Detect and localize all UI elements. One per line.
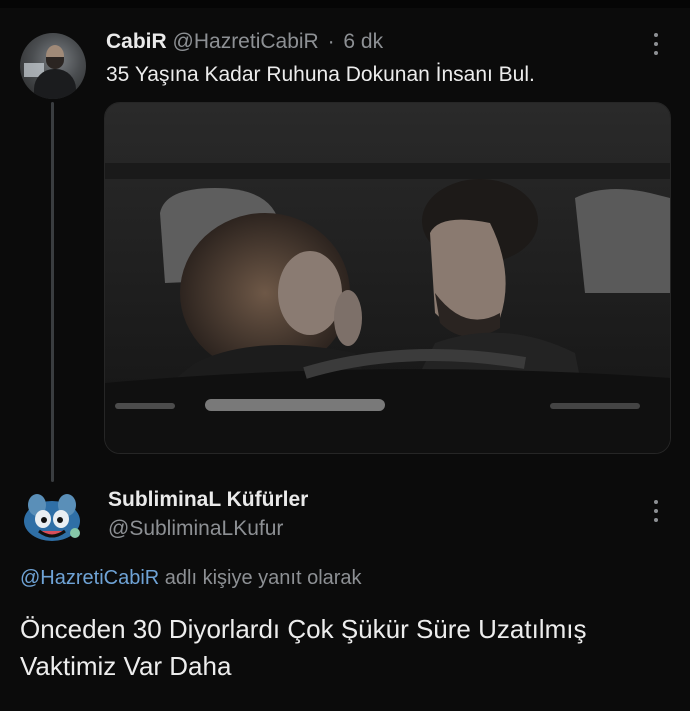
user-avatar-cabir[interactable] (20, 33, 86, 99)
reply-text-line: Vaktimiz Var Daha (20, 651, 232, 681)
author-name[interactable]: CabiR (106, 30, 167, 53)
car-scene-photo (105, 103, 670, 453)
avatar-body-shape (34, 69, 76, 99)
reply-author-handle[interactable]: @SubliminaLKufur (108, 517, 283, 541)
author-handle[interactable]: @HazretiCabiR (173, 30, 319, 53)
tweet-timestamp[interactable]: 6 dk (343, 30, 383, 53)
replying-to-line: @HazretiCabiR adlı kişiye yanıt olarak (20, 567, 362, 590)
user-avatar-subliminal[interactable] (19, 489, 85, 547)
reply-text-line: Önceden 30 Diyorlardı Çok Şükür Süre Uza… (20, 614, 587, 644)
tweet-header: CabiR @HazretiCabiR · 6 dk (106, 30, 383, 54)
reply-tweet-text: Önceden 30 Diyorlardı Çok Şükür Süre Uza… (20, 611, 670, 685)
tweet-text: 35 Yaşına Kadar Ruhuna Dokunan İnsanı Bu… (106, 63, 535, 86)
more-options-icon[interactable] (653, 33, 659, 55)
avatar-beard-shape (46, 57, 64, 69)
tweet-media-image[interactable] (104, 102, 671, 454)
thread-connector-line (51, 102, 54, 482)
reply-to-suffix: adlı kişiye yanıt olarak (159, 567, 362, 589)
cartoon-character-icon (24, 494, 80, 541)
more-options-icon[interactable] (653, 500, 659, 522)
top-frame-edge (0, 0, 690, 8)
header-separator: · (327, 30, 335, 53)
reply-mention-link[interactable]: @HazretiCabiR (20, 567, 159, 589)
reply-author-name[interactable]: SubliminaL Küfürler (108, 488, 308, 512)
